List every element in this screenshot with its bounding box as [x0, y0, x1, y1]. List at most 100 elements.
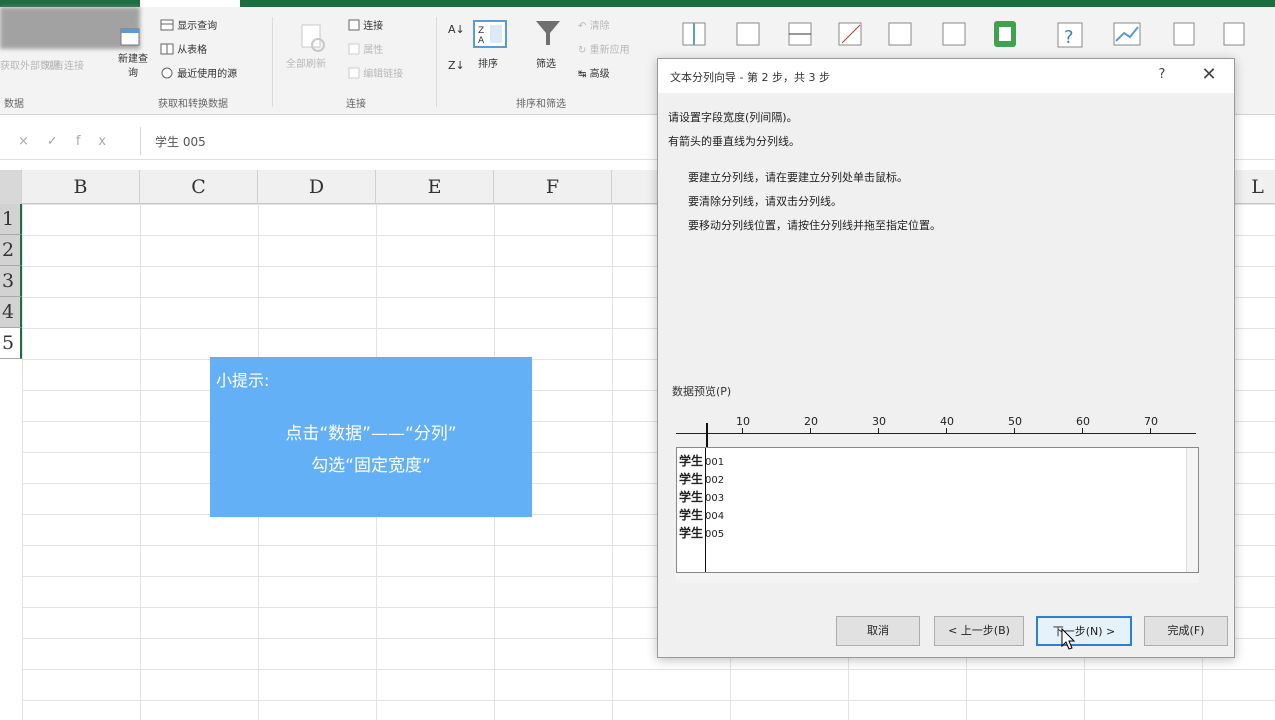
ruler-tick — [1014, 428, 1015, 434]
dialog-title-bar[interactable]: 文本分列向导 - 第 2 步，共 3 步 ? ✕ — [658, 59, 1234, 93]
refresh-all-icon[interactable] — [298, 23, 328, 57]
sort-icon[interactable]: ZA — [472, 19, 508, 53]
finish-button[interactable]: 完成(F) — [1144, 616, 1228, 646]
what-if-analysis-icon[interactable]: ? — [1054, 17, 1088, 55]
ruler-number: 10 — [736, 415, 750, 428]
function-icon[interactable]: fx — [76, 134, 124, 149]
ribbon-separator — [272, 17, 273, 107]
recent-sources-button[interactable]: 最近使用的源 — [160, 65, 237, 82]
instruction-line-1: 要建立分列线，请在要建立分列处单击鼠标。 — [688, 171, 908, 184]
column-header-d[interactable]: D — [258, 170, 376, 204]
ruler-number: 70 — [1144, 415, 1158, 428]
intro-line-1: 请设置字段宽度(列间隔)。 — [668, 111, 798, 124]
group-label-sort-filter: 排序和筛选 — [516, 99, 566, 110]
clock-icon — [160, 67, 174, 82]
mouse-cursor-icon — [1061, 627, 1077, 656]
column-header-l[interactable]: L — [1240, 170, 1275, 204]
table-icon — [160, 19, 174, 34]
advanced-icon: ↹ — [578, 69, 587, 80]
column-ruler[interactable]: 10 20 30 40 50 60 70 — [676, 415, 1196, 453]
row-header-4[interactable]: 4 — [0, 297, 22, 328]
preview-row: 学生 003 — [679, 490, 725, 504]
reapply-button[interactable]: ↻ 重新应用 — [578, 41, 630, 56]
connections-button[interactable]: 连接 — [348, 17, 383, 34]
ruler-number: 50 — [1008, 415, 1022, 428]
clear-filter-button[interactable]: ↶ 清除 — [578, 17, 610, 32]
intro-line-2: 有箭头的垂直线为分列线。 — [668, 135, 800, 148]
ribbon-separator — [436, 17, 437, 107]
preview-horizontal-scrollbar[interactable] — [676, 573, 1199, 583]
flash-fill-icon[interactable] — [734, 17, 764, 55]
svg-text:A: A — [478, 36, 485, 46]
filter-button[interactable]: 筛选 — [536, 55, 556, 70]
ribbon-existing-connections[interactable]: 现有连接 — [44, 57, 84, 72]
row-header-2[interactable]: 2 — [0, 235, 22, 266]
group-label-data: 数据 — [4, 99, 24, 110]
ungroup-icon[interactable] — [1220, 17, 1250, 55]
svg-text:Z: Z — [478, 26, 484, 36]
formula-bar-icons: ×✓fx — [18, 134, 124, 149]
consolidate-icon[interactable] — [886, 17, 916, 55]
active-tab-data[interactable] — [140, 0, 240, 7]
ruler-line — [676, 433, 1196, 434]
remove-duplicates-icon[interactable] — [786, 17, 816, 55]
new-query-button[interactable]: 新建查询 — [116, 53, 150, 81]
link-icon — [348, 67, 360, 82]
row-header-1[interactable]: 1 — [0, 204, 22, 235]
advanced-filter-button[interactable]: ↹ 高级 — [578, 65, 610, 80]
relationships-icon[interactable] — [940, 17, 970, 55]
ruler-tick — [1150, 428, 1151, 434]
preview-row: 学生 001 — [679, 454, 725, 468]
properties-icon — [348, 43, 360, 58]
formula-input[interactable]: 学生 005 — [140, 127, 660, 155]
reapply-icon: ↻ — [578, 45, 587, 56]
row-header-5[interactable]: 5 — [0, 328, 22, 359]
ruler-number: 30 — [872, 415, 886, 428]
tip-box: 小提示: 点击“数据”——“分列” 勾选“固定宽度” — [210, 357, 532, 517]
preview-vertical-scrollbar[interactable] — [1186, 448, 1198, 572]
back-button[interactable]: < 上一步(B) — [934, 616, 1024, 646]
sort-button[interactable]: 排序 — [478, 55, 498, 70]
ruler-number: 40 — [940, 415, 954, 428]
close-icon[interactable]: ✕ — [1198, 64, 1220, 86]
next-button[interactable]: 下一步(N) > — [1036, 616, 1132, 646]
column-header-b[interactable]: B — [22, 170, 140, 204]
forecast-sheet-icon[interactable] — [1110, 17, 1144, 55]
manage-data-model-icon[interactable] — [990, 17, 1020, 55]
properties-button[interactable]: 属性 — [348, 41, 383, 58]
sort-desc-icon[interactable]: Z↓ — [448, 59, 465, 72]
help-icon[interactable]: ? — [1152, 65, 1172, 85]
ruler-tick — [1082, 428, 1083, 434]
cancel-button[interactable]: 取消 — [836, 616, 920, 646]
data-preview-box[interactable]: 学生 001 学生 002 学生 003 学生 004 学生 005 — [676, 447, 1199, 573]
enter-icon[interactable]: ✓ — [47, 134, 76, 149]
group-icon[interactable] — [1170, 17, 1200, 55]
tip-line-1: 点击“数据”——“分列” — [285, 424, 457, 444]
grid-icon — [160, 43, 174, 58]
column-header-e[interactable]: E — [376, 170, 494, 204]
data-validation-icon[interactable] — [836, 17, 866, 55]
ruler-tick — [810, 428, 811, 434]
instruction-line-2: 要清除分列线，请双击分列线。 — [688, 195, 842, 208]
ruler-tick — [742, 428, 743, 434]
column-header-f[interactable]: F — [494, 170, 612, 204]
row-header-3[interactable]: 3 — [0, 266, 22, 297]
data-preview-label: 数据预览(P) — [672, 385, 732, 398]
select-all-corner[interactable] — [0, 170, 22, 204]
column-header-c[interactable]: C — [140, 170, 258, 204]
dialog-title: 文本分列向导 - 第 2 步，共 3 步 — [670, 71, 830, 84]
preview-row: 学生 002 — [679, 472, 725, 486]
new-query-icon[interactable] — [118, 27, 144, 53]
edit-links-button[interactable]: 编辑链接 — [348, 65, 403, 82]
refresh-all-button[interactable]: 全部刷新 — [286, 55, 326, 70]
show-queries-button[interactable]: 显示查询 — [160, 17, 217, 34]
text-to-columns-icon[interactable] — [680, 17, 710, 55]
tip-title: 小提示: — [216, 371, 270, 390]
from-table-button[interactable]: 从表格 — [160, 41, 207, 58]
filter-icon[interactable] — [534, 19, 562, 53]
ruler-tick — [946, 428, 947, 434]
cancel-icon[interactable]: × — [18, 134, 47, 149]
preview-row: 学生 005 — [679, 526, 725, 540]
sort-asc-icon[interactable]: A↓ — [448, 23, 465, 36]
group-label-connections: 连接 — [346, 99, 366, 110]
